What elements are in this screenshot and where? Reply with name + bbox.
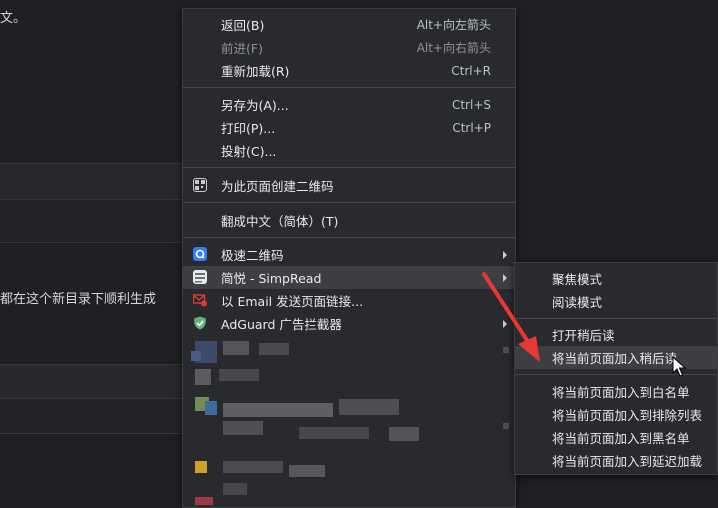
menu-item-label: 前进(F) [221, 41, 263, 56]
context-menu: 返回(B) Alt+向左箭头 前进(F) Alt+向右箭头 重新加载(R) Ct… [182, 8, 516, 508]
menu-item-adguard[interactable]: AdGuard 广告拦截器 [183, 312, 515, 335]
background-row [0, 398, 190, 434]
submenu-item-label: 将当前页面加入稍后读 [552, 351, 678, 366]
menu-item-label: 极速二维码 [221, 248, 284, 263]
blurred-extension-items [189, 337, 509, 505]
menu-item-shortcut: Alt+向左箭头 [416, 18, 491, 32]
menu-separator [183, 202, 515, 203]
menu-item-label: 另存为(A)... [221, 98, 289, 113]
submenu-item-label: 阅读模式 [552, 295, 603, 310]
menu-separator [183, 167, 515, 168]
menu-item-shortcut: Ctrl+R [451, 63, 491, 78]
background-row [0, 364, 190, 400]
menu-item-label: 简悦 - SimpRead [221, 271, 322, 286]
menu-item-reload[interactable]: 重新加载(R) Ctrl+R [183, 59, 515, 82]
submenu-arrow-icon [503, 250, 507, 259]
qr-code-icon [193, 178, 207, 192]
menu-item-back[interactable]: 返回(B) Alt+向左箭头 [183, 13, 515, 36]
simpread-extension-icon [193, 270, 207, 284]
submenu-item-label: 将当前页面加入到延迟加载 [552, 454, 703, 469]
menu-separator [183, 237, 515, 238]
menu-item-fast-qr[interactable]: 极速二维码 [183, 243, 515, 266]
background-row [0, 199, 190, 243]
menu-item-shortcut: Ctrl+P [452, 120, 491, 135]
background-text-mid: 都在这个新目录下顺利生成 [0, 292, 157, 307]
email-extension-icon [192, 293, 207, 307]
menu-item-shortcut: Ctrl+S [451, 97, 491, 112]
menu-item-label: 为此页面创建二维码 [221, 179, 334, 194]
submenu-item-label: 聚焦模式 [552, 272, 603, 287]
menu-item-label: 翻成中文（简体）(T) [221, 214, 339, 229]
fast-qr-extension-icon [193, 247, 207, 261]
menu-separator [183, 87, 515, 88]
menu-item-email-link[interactable]: 以 Email 发送页面链接... [183, 289, 515, 312]
mouse-cursor-icon [672, 356, 686, 377]
menu-item-translate[interactable]: 翻成中文（简体）(T) [183, 209, 515, 232]
menu-item-print[interactable]: 打印(P)... Ctrl+P [183, 116, 515, 139]
menu-item-label: AdGuard 广告拦截器 [221, 317, 342, 332]
menu-item-shortcut: Alt+向右箭头 [416, 41, 491, 55]
background-text-top: 文。 [0, 11, 27, 26]
submenu-item-add-blacklist[interactable]: 将当前页面加入到黑名单 [515, 426, 717, 449]
menu-item-label: 投射(C)... [221, 144, 277, 159]
submenu-item-label: 打开稍后读 [552, 328, 615, 343]
submenu-item-label: 将当前页面加入到白名单 [552, 385, 690, 400]
submenu-item-add-exclude[interactable]: 将当前页面加入到排除列表 [515, 403, 717, 426]
menu-separator [515, 374, 717, 375]
adguard-shield-icon [193, 316, 207, 330]
submenu-item-add-lazy-load[interactable]: 将当前页面加入到延迟加载 [515, 449, 717, 472]
menu-item-create-qr[interactable]: 为此页面创建二维码 [183, 174, 515, 197]
menu-item-save-as[interactable]: 另存为(A)... Ctrl+S [183, 93, 515, 116]
submenu-item-add-whitelist[interactable]: 将当前页面加入到白名单 [515, 380, 717, 403]
menu-item-label: 重新加载(R) [221, 64, 290, 79]
menu-item-label: 打印(P)... [221, 121, 276, 136]
background-row [0, 163, 190, 201]
submenu-item-label: 将当前页面加入到排除列表 [552, 408, 703, 423]
submenu-item-label: 将当前页面加入到黑名单 [552, 431, 690, 446]
menu-item-label: 以 Email 发送页面链接... [221, 294, 364, 309]
red-annotation-arrow-icon [482, 272, 540, 362]
menu-item-forward[interactable]: 前进(F) Alt+向右箭头 [183, 36, 515, 59]
menu-item-cast[interactable]: 投射(C)... [183, 139, 515, 162]
menu-item-label: 返回(B) [221, 18, 265, 33]
menu-item-simpread[interactable]: 简悦 - SimpRead [183, 266, 515, 289]
